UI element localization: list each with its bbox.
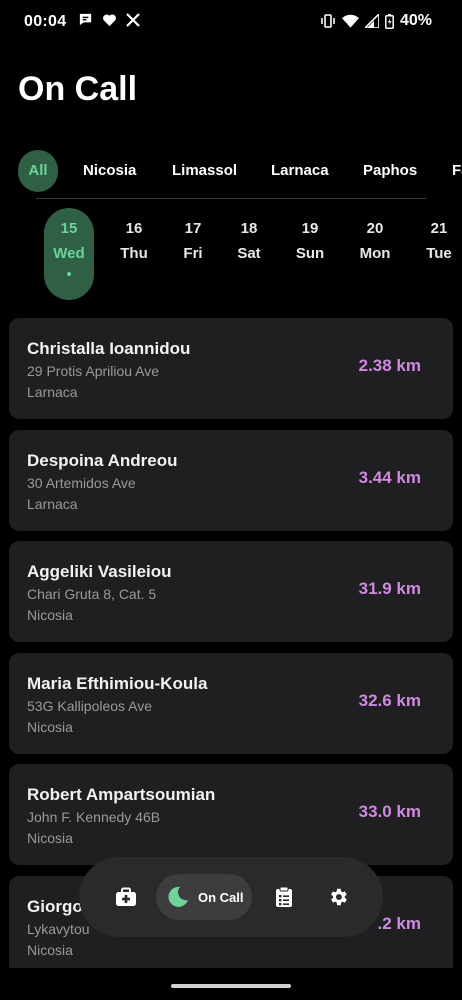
pharmacy-card[interactable]: Christalla Ioannidou 29 Protis Apriliou …	[9, 318, 453, 419]
pharmacy-distance: 31.9 km	[358, 579, 421, 598]
pharmacy-street: Lykavytou	[27, 921, 90, 937]
notification-icons	[78, 12, 140, 27]
filter-chip-paphos[interactable]: Paphos	[363, 150, 417, 192]
pharmacy-name: Aggeliki Vasileiou	[27, 562, 172, 581]
pharmacy-street: 53G Kallipoleos Ave	[27, 698, 153, 714]
filter-chip-larnaca[interactable]: Larnaca	[271, 150, 329, 192]
pharmacy-city: Nicosia	[27, 830, 73, 846]
pharmacy-name: Despoina Andreou	[27, 451, 178, 470]
day-19[interactable]: 19 Sun	[284, 208, 336, 300]
nav-on-call-button[interactable]: On Call	[156, 874, 252, 920]
pharmacy-city: Larnaca	[27, 384, 78, 400]
vibrate-icon	[321, 14, 335, 28]
pharmacy-distance: 3.44 km	[358, 468, 421, 487]
day-name: Wed	[53, 245, 85, 262]
pharmacy-card[interactable]: Maria Efthimiou-Koula 53G Kallipoleos Av…	[9, 653, 453, 754]
city-filter-bar: All Nicosia Limassol Larnaca Paphos Fa	[18, 150, 462, 192]
pharmacy-name: Giorgo	[27, 897, 83, 916]
page-title: On Call	[18, 70, 138, 108]
gear-icon	[331, 888, 347, 906]
battery-percent: 40%	[399, 12, 432, 29]
filter-chip-limassol[interactable]: Limassol	[172, 150, 237, 192]
day-number: 15	[60, 220, 78, 237]
day-name: Sat	[237, 245, 261, 262]
day-number: 21	[430, 220, 448, 237]
day-20[interactable]: 20 Mon	[349, 208, 401, 300]
pharmacy-city: Larnaca	[27, 496, 78, 512]
day-name: Tue	[426, 245, 452, 262]
pharmacy-card[interactable]: Robert Ampartsoumian John F. Kennedy 46B…	[9, 764, 453, 865]
filter-divider	[36, 198, 426, 199]
pharmacy-icon	[116, 887, 136, 906]
pharmacy-name: Robert Ampartsoumian	[27, 785, 216, 804]
status-bar: 00:04 40%	[0, 0, 462, 46]
bottom-nav: On Call	[79, 857, 383, 937]
pharmacy-distance: 2.38 km	[358, 356, 421, 375]
pharmacy-distance: .2 km	[377, 914, 421, 933]
signal-icon	[364, 14, 379, 28]
pharmacy-card[interactable]: Aggeliki Vasileiou Chari Gruta 8, Cat. 5…	[9, 541, 453, 642]
day-name: Fri	[183, 245, 203, 262]
day-number: 18	[240, 220, 258, 237]
pharmacy-city: Nicosia	[27, 607, 73, 623]
day-number: 19	[301, 220, 319, 237]
system-icons: 40%	[320, 12, 432, 30]
pharmacy-name: Maria Efthimiou-Koula	[27, 674, 208, 693]
day-number: 16	[125, 220, 143, 237]
clipboard-icon	[276, 886, 292, 907]
filter-chip-nicosia[interactable]: Nicosia	[83, 150, 136, 192]
today-dot	[67, 272, 71, 276]
nav-pharmacies-button[interactable]	[106, 877, 146, 917]
filter-chip-famagusta[interactable]: Fa	[452, 150, 462, 192]
day-number: 20	[366, 220, 384, 237]
wifi-icon	[341, 14, 359, 28]
nav-on-call-label: On Call	[198, 889, 244, 905]
home-indicator[interactable]	[171, 984, 291, 988]
on-call-icon	[168, 886, 188, 907]
pharmacy-city: Nicosia	[27, 719, 73, 735]
pharmacy-street: Chari Gruta 8, Cat. 5	[27, 586, 157, 602]
message-icon	[79, 13, 92, 26]
pharmacy-card[interactable]: Despoina Andreou 30 Artemidos Ave Larnac…	[9, 430, 453, 531]
day-selector: 15 Wed 16 Thu 17 Fri 18 Sat 19 Sun 20 Mo…	[0, 208, 462, 300]
day-21[interactable]: 21 Tue	[413, 208, 462, 300]
nav-settings-button[interactable]	[318, 877, 358, 917]
day-18[interactable]: 18 Sat	[223, 208, 275, 300]
filter-chip-all[interactable]: All	[18, 150, 58, 192]
day-number: 17	[184, 220, 202, 237]
battery-icon	[385, 13, 394, 29]
day-name: Mon	[359, 245, 391, 262]
day-15[interactable]: 15 Wed	[44, 208, 94, 300]
status-time: 00:04	[24, 13, 67, 30]
nav-history-button[interactable]	[264, 877, 304, 917]
day-17[interactable]: 17 Fri	[167, 208, 219, 300]
pharmacy-street: 30 Artemidos Ave	[27, 475, 136, 491]
pharmacy-street: 29 Protis Apriliou Ave	[27, 363, 160, 379]
day-16[interactable]: 16 Thu	[108, 208, 160, 300]
pharmacy-distance: 32.6 km	[358, 691, 421, 710]
heart-icon	[103, 13, 116, 26]
x-logo-icon	[126, 12, 140, 27]
day-name: Sun	[295, 245, 325, 262]
pharmacy-distance: 33.0 km	[358, 802, 421, 821]
pharmacy-name: Christalla Ioannidou	[27, 339, 191, 358]
pharmacy-street: John F. Kennedy 46B	[27, 809, 161, 825]
pharmacy-city: Nicosia	[27, 942, 73, 958]
day-name: Thu	[120, 245, 148, 262]
